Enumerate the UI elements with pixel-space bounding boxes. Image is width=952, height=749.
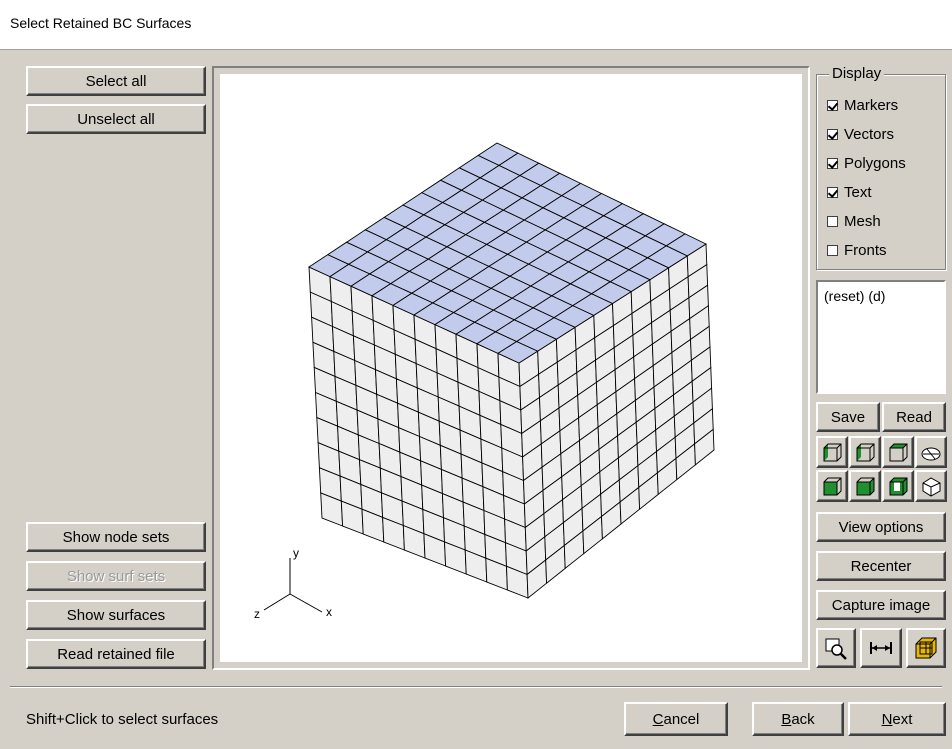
- read-retained-file-button[interactable]: Read retained file: [26, 639, 206, 669]
- display-option-mesh[interactable]: Mesh: [827, 213, 881, 230]
- display-option-markers[interactable]: Markers: [827, 97, 898, 114]
- measure-distance-icon: [870, 642, 892, 654]
- display-option-label: Mesh: [844, 213, 881, 230]
- zoom-tool-button[interactable]: [816, 628, 856, 668]
- show-surf-sets-button: Show surf sets: [26, 561, 206, 591]
- view-top-icon: [889, 443, 907, 461]
- checkbox-unchecked-icon[interactable]: [827, 245, 838, 256]
- cancel-accelerator: C: [652, 710, 664, 728]
- checkbox-checked-icon[interactable]: [827, 100, 838, 111]
- display-option-fronts[interactable]: Fronts: [827, 242, 887, 259]
- display-option-label: Fronts: [844, 242, 887, 259]
- display-option-label: Vectors: [844, 126, 895, 143]
- view-front-button[interactable]: [816, 436, 848, 468]
- display-option-polygons[interactable]: Polygons: [827, 155, 906, 172]
- mesh-canvas[interactable]: y x z: [220, 74, 806, 666]
- view-back-button[interactable]: [816, 470, 848, 502]
- view-bottom-icon: [889, 477, 907, 495]
- view-back-icon: [823, 477, 841, 495]
- display-option-label: Polygons: [844, 155, 906, 172]
- view-iso-button[interactable]: [915, 470, 947, 502]
- views-list-item[interactable]: (reset) (d): [824, 288, 938, 304]
- viewport-frame: y x z: [212, 66, 810, 670]
- display-option-text[interactable]: Text: [827, 184, 872, 201]
- back-accelerator: B: [781, 710, 792, 728]
- save-view-button[interactable]: Save: [816, 402, 880, 432]
- view-top-button[interactable]: [882, 436, 914, 468]
- checkbox-checked-icon[interactable]: [827, 129, 838, 140]
- display-option-vectors[interactable]: Vectors: [827, 126, 894, 143]
- unselect-all-button[interactable]: Unselect all: [26, 104, 206, 134]
- checkbox-checked-icon[interactable]: [827, 187, 838, 198]
- view-front-icon: [823, 443, 841, 461]
- cube-wireframe-icon: [915, 637, 937, 659]
- window-title: Select Retained BC Surfaces: [10, 15, 192, 31]
- footer-separator: [10, 686, 942, 688]
- cancel-button[interactable]: Cancel: [624, 702, 728, 736]
- checkbox-checked-icon[interactable]: [827, 158, 838, 169]
- display-option-label: Markers: [844, 97, 899, 114]
- magnifier-icon: [825, 638, 847, 660]
- show-surfaces-button[interactable]: Show surfaces: [26, 600, 206, 630]
- display-group: Display Markers Vectors Polygons Text Mesh Fr…: [816, 65, 946, 270]
- select-all-button[interactable]: Select all: [26, 66, 206, 96]
- display-group-title: Display: [829, 65, 885, 82]
- view-left-button[interactable]: [849, 470, 881, 502]
- axis-triad: y x z: [254, 546, 332, 621]
- view-options-button[interactable]: View options: [816, 512, 946, 542]
- next-accelerator: N: [881, 710, 893, 728]
- recenter-button[interactable]: Recenter: [816, 551, 946, 581]
- read-view-button[interactable]: Read: [882, 402, 946, 432]
- show-node-sets-button[interactable]: Show node sets: [26, 522, 206, 552]
- checkbox-unchecked-icon[interactable]: [827, 216, 838, 227]
- display-option-label: Text: [844, 184, 872, 201]
- view-right-icon: [856, 443, 874, 461]
- views-listbox[interactable]: (reset) (d): [816, 280, 946, 394]
- view-bottom-button[interactable]: [882, 470, 914, 502]
- axis-label-x: x: [326, 605, 332, 619]
- back-button[interactable]: Back: [752, 702, 844, 736]
- bounding-box-button[interactable]: [906, 628, 946, 668]
- next-label: ext: [892, 710, 913, 728]
- capture-image-button[interactable]: Capture image: [816, 590, 946, 620]
- next-button[interactable]: Next: [848, 702, 946, 736]
- view-right-button[interactable]: [849, 436, 881, 468]
- axis-label-y: y: [293, 546, 299, 560]
- title-bar: Select Retained BC Surfaces: [0, 0, 952, 50]
- view-iso-tilt-button[interactable]: [915, 436, 947, 468]
- view-iso-tilt-icon: [921, 447, 940, 460]
- cancel-label: ancel: [663, 710, 700, 728]
- view-iso-icon: [922, 476, 940, 497]
- back-label: ack: [791, 710, 815, 728]
- measure-tool-button[interactable]: [860, 628, 902, 668]
- status-text: Shift+Click to select surfaces: [26, 711, 219, 728]
- axis-label-z: z: [254, 607, 260, 621]
- view-left-icon: [856, 477, 874, 495]
- graphics-viewport[interactable]: y x z: [220, 74, 802, 662]
